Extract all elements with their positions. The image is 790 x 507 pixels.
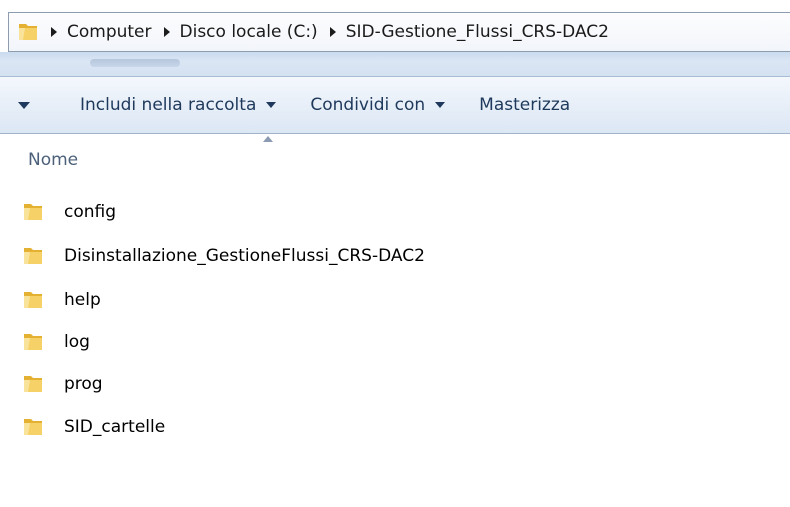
- folder-icon: [22, 373, 44, 395]
- list-item[interactable]: config: [22, 197, 116, 227]
- column-header: Nome: [0, 134, 790, 184]
- include-in-library-label: Includi nella raccolta: [80, 95, 257, 115]
- list-item[interactable]: help: [22, 285, 101, 315]
- file-name: config: [64, 202, 117, 222]
- folder-icon: [22, 201, 44, 223]
- breadcrumb-separator-icon[interactable]: [160, 27, 174, 37]
- file-name: prog: [64, 374, 103, 394]
- breadcrumb-separator-icon[interactable]: [326, 27, 340, 37]
- chevron-down-icon: [435, 102, 446, 108]
- file-name: SID_cartelle: [64, 417, 166, 437]
- file-name: Disinstallazione_GestioneFlussi_CRS-DAC2: [64, 246, 425, 266]
- include-in-library-button[interactable]: Includi nella raccolta: [74, 87, 282, 123]
- breadcrumb-local-disk[interactable]: Disco locale (C:): [174, 22, 326, 42]
- sort-ascending-icon: [263, 136, 273, 142]
- folder-icon: [22, 331, 44, 353]
- burn-button[interactable]: Masterizza: [473, 87, 576, 123]
- breadcrumb: Computer Disco locale (C:) SID-Gestione_…: [47, 13, 617, 51]
- list-item[interactable]: log: [22, 327, 90, 357]
- list-item[interactable]: Disinstallazione_GestioneFlussi_CRS-DAC2: [22, 241, 425, 271]
- organize-dropdown-arrow-icon[interactable]: [18, 101, 30, 109]
- burn-label: Masterizza: [479, 95, 571, 115]
- breadcrumb-computer[interactable]: Computer: [61, 22, 160, 42]
- share-with-button[interactable]: Condividi con: [304, 87, 451, 123]
- file-name: help: [64, 290, 101, 310]
- file-name: log: [64, 332, 90, 352]
- list-item[interactable]: SID_cartelle: [22, 412, 165, 442]
- window-frame-strip: [0, 52, 790, 77]
- folder-icon: [22, 245, 44, 267]
- breadcrumb-separator-icon[interactable]: [47, 27, 61, 37]
- share-with-label: Condividi con: [310, 95, 426, 115]
- breadcrumb-current-folder[interactable]: SID-Gestione_Flussi_CRS-DAC2: [340, 22, 617, 42]
- folder-icon: [17, 21, 39, 43]
- chevron-down-icon: [266, 102, 277, 108]
- address-bar[interactable]: Computer Disco locale (C:) SID-Gestione_…: [8, 12, 790, 52]
- folder-icon: [22, 289, 44, 311]
- list-item[interactable]: prog: [22, 369, 103, 399]
- column-header-name[interactable]: Nome: [28, 150, 78, 170]
- folder-icon: [22, 416, 44, 438]
- command-bar: Includi nella raccolta Condividi con Mas…: [0, 77, 790, 134]
